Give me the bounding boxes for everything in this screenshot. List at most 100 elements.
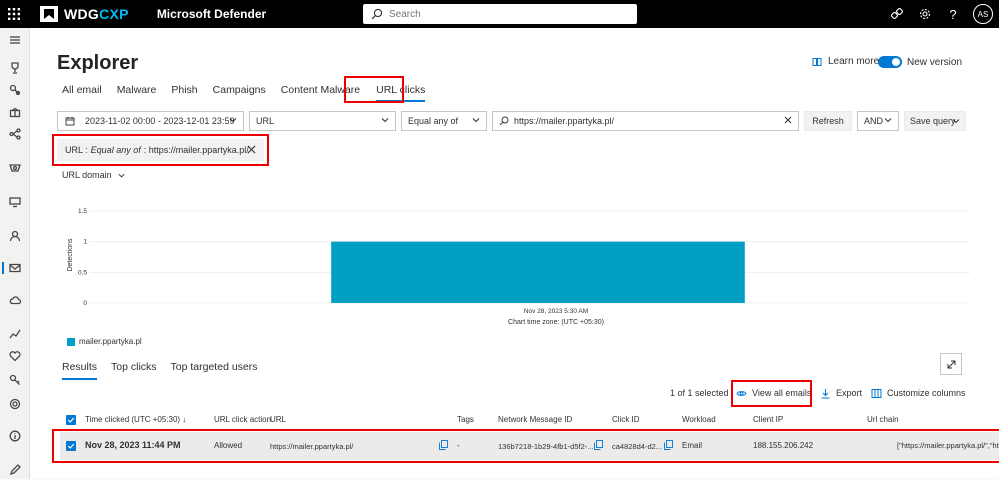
- y-axis-label: Detections: [67, 238, 74, 272]
- chart-footnote: Chart time zone: (UTC +05:30): [508, 319, 604, 326]
- selection-count: 1 of 1 selected: [670, 388, 729, 398]
- checkmark-icon: [67, 417, 75, 423]
- header-time-clicked[interactable]: Time clicked (UTC +05:30) ↓: [85, 415, 186, 424]
- header-url[interactable]: URL: [270, 415, 286, 424]
- main-content: Explorer Learn more New version All emai…: [30, 28, 999, 479]
- tab-campaigns[interactable]: Campaigns: [213, 82, 266, 98]
- logic-operator-value: AND: [864, 116, 884, 126]
- chevron-down-icon: [381, 118, 389, 123]
- y-tick-label: 1: [83, 239, 87, 246]
- left-nav-rail: [0, 28, 30, 479]
- global-search[interactable]: [363, 4, 637, 24]
- detections-chart: 1.5 1 0.5 0 Detections Nov 28, 2023 5:30 AM…: [67, 208, 970, 326]
- highlight-result-row: [52, 429, 999, 463]
- tab-top-clicks[interactable]: Top clicks: [111, 359, 157, 375]
- customize-columns-label: Customize columns: [887, 388, 966, 398]
- y-tick-label: 0.5: [78, 269, 87, 276]
- help-icon[interactable]: ?: [939, 0, 967, 28]
- page-title: Explorer: [57, 52, 139, 74]
- legend-swatch: [67, 337, 75, 346]
- export-label: Export: [836, 388, 863, 398]
- link-icon[interactable]: [883, 0, 911, 28]
- chart-legend: mailer.ppartyka.pl: [67, 337, 142, 346]
- info-icon[interactable]: [0, 426, 30, 446]
- tab-top-targeted-users[interactable]: Top targeted users: [171, 359, 258, 375]
- logic-operator-select[interactable]: AND: [857, 111, 899, 131]
- brand-logo-icon: [40, 6, 58, 22]
- header-click-id[interactable]: Click ID: [612, 415, 640, 424]
- tab-malware[interactable]: Malware: [117, 82, 157, 98]
- filter-value-text: https://mailer.ppartyka.pl/: [514, 116, 615, 126]
- save-query-button[interactable]: Save query: [904, 111, 966, 131]
- learn-more-label: Learn more: [828, 56, 880, 67]
- filter-bar: 2023-11-02 00:00 - 2023-12-01 23:59 URL …: [57, 111, 971, 131]
- header-url-click-action[interactable]: URL click action: [214, 415, 271, 424]
- threat-analytics-icon[interactable]: [0, 158, 30, 178]
- header-client-ip[interactable]: Client IP: [753, 415, 783, 424]
- settings-icon[interactable]: [0, 394, 30, 414]
- header-workload[interactable]: Workload: [682, 415, 716, 424]
- tab-results[interactable]: Results: [62, 359, 98, 380]
- header-network-message-id[interactable]: Network Message ID: [498, 415, 572, 424]
- hamburger-menu-icon[interactable]: [0, 30, 30, 50]
- toggle-switch[interactable]: [878, 56, 902, 68]
- chevron-down-icon: [229, 118, 237, 123]
- filter-operator-value: Equal any of: [408, 116, 459, 126]
- chevron-down-icon: [952, 119, 960, 124]
- x-tick-label: Nov 28, 2023 5:30 AM: [524, 308, 588, 315]
- health-icon[interactable]: [0, 346, 30, 366]
- y-tick-label: 0: [83, 300, 87, 307]
- reports-icon[interactable]: [0, 324, 30, 344]
- identities-icon[interactable]: [0, 226, 30, 246]
- results-table-header: Time clicked (UTC +05:30) ↓ URL click ac…: [60, 414, 999, 428]
- permissions-key-icon[interactable]: [0, 370, 30, 390]
- new-version-toggle[interactable]: New version: [878, 56, 962, 68]
- customize-columns-button[interactable]: Customize columns: [871, 385, 966, 401]
- chevron-down-icon: [118, 173, 125, 177]
- search-input[interactable]: [389, 8, 609, 20]
- incidents-icon[interactable]: [0, 80, 30, 100]
- new-version-label: New version: [907, 56, 963, 68]
- highlight-filter-chip: [52, 134, 269, 166]
- header-url-chain[interactable]: Url chain: [867, 415, 899, 424]
- filter-operator-select[interactable]: Equal any of: [401, 111, 487, 131]
- tab-phish[interactable]: Phish: [171, 82, 197, 98]
- graph-icon[interactable]: [0, 124, 30, 144]
- trophy-icon[interactable]: [0, 58, 30, 78]
- app-launcher-icon[interactable]: [0, 0, 28, 28]
- user-avatar[interactable]: AS: [973, 4, 993, 24]
- email-icon[interactable]: [0, 258, 30, 278]
- cloud-icon[interactable]: [0, 290, 30, 310]
- filter-field-value: URL: [256, 116, 275, 126]
- save-query-label: Save query: [910, 116, 956, 126]
- export-button[interactable]: Export: [820, 385, 862, 401]
- filter-value-input[interactable]: https://mailer.ppartyka.pl/: [492, 111, 799, 131]
- settings-gear-icon[interactable]: [911, 0, 939, 28]
- learn-more-link[interactable]: Learn more: [812, 56, 879, 67]
- refresh-button[interactable]: Refresh: [804, 111, 852, 131]
- highlight-view-all-emails: [731, 380, 812, 407]
- top-bar: WDGCXP Microsoft Defender ? AS: [0, 0, 999, 28]
- columns-icon: [871, 388, 882, 398]
- y-tick-label: 1.5: [78, 208, 87, 215]
- select-all-checkbox[interactable]: [66, 415, 76, 425]
- expand-icon: [947, 360, 955, 368]
- group-by-dropdown[interactable]: URL domain: [62, 170, 126, 180]
- clear-icon[interactable]: [783, 115, 793, 125]
- date-range-picker[interactable]: 2023-11-02 00:00 - 2023-12-01 23:59: [57, 111, 244, 131]
- header-tags[interactable]: Tags: [457, 415, 474, 424]
- filter-field-select[interactable]: URL: [249, 111, 396, 131]
- search-icon: [371, 8, 383, 20]
- gift-icon[interactable]: [0, 102, 30, 122]
- product-name[interactable]: Microsoft Defender: [157, 7, 266, 21]
- results-tabs: Results Top clicks Top targeted users: [62, 359, 272, 380]
- devices-icon[interactable]: [0, 192, 30, 212]
- download-icon: [821, 388, 830, 398]
- customize-pencil-icon[interactable]: [0, 460, 30, 480]
- expand-button[interactable]: [940, 353, 962, 375]
- bar-0[interactable]: [331, 241, 745, 303]
- brand[interactable]: WDGCXP: [40, 6, 129, 22]
- highlight-url-clicks-tab: [344, 76, 404, 103]
- book-icon: [812, 57, 822, 66]
- tab-all-email[interactable]: All email: [62, 82, 102, 98]
